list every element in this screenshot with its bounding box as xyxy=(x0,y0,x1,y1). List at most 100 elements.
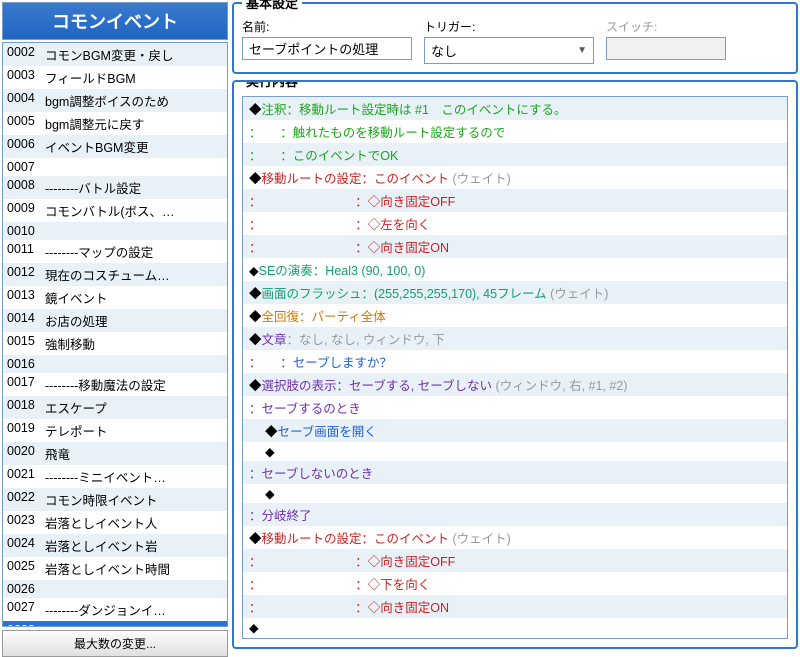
event-id: 0023 xyxy=(7,513,45,532)
event-label: 鏡イベント xyxy=(45,288,108,307)
event-id: 0011 xyxy=(7,242,45,261)
event-list-item[interactable]: 0025岩落としイベント時間 xyxy=(3,557,227,580)
event-label: 現在のコスチューム… xyxy=(45,265,170,284)
command-row[interactable]: ◆選択肢の表示：セーブする, セーブしない (ウィンドウ, 右, #1, #2) xyxy=(243,373,787,396)
change-max-button[interactable]: 最大数の変更... xyxy=(2,630,228,657)
event-list-item[interactable]: 0016 xyxy=(3,355,227,373)
event-id: 0013 xyxy=(7,288,45,307)
event-label: 岩落としイベント人 xyxy=(45,513,158,532)
chevron-down-icon: ▼ xyxy=(577,45,587,56)
event-list-item[interactable]: 0027--------ダンジョンイ… xyxy=(3,598,227,621)
command-segment: (ウェイト) xyxy=(453,532,511,546)
command-row[interactable]: ： ：◇向き固定OFF xyxy=(243,549,787,572)
event-label: --------ミニイベント… xyxy=(45,467,166,486)
command-row[interactable]: ◆注釈：移動ルート設定時は #1 このイベントにする。 xyxy=(243,97,787,120)
exec-box: 実行内容 ◆注釈：移動ルート設定時は #1 このイベントにする。： ：触れたもの… xyxy=(232,80,798,649)
event-label: コモンBGM変更・戻し xyxy=(45,45,173,64)
command-segment: ： ：◇向き固定OFF xyxy=(249,555,455,569)
sidebar-title: コモンイベント xyxy=(2,2,228,40)
event-list-item[interactable]: 0012現在のコスチューム… xyxy=(3,263,227,286)
event-label: コモンバトル(ボス、… xyxy=(45,201,175,220)
event-list-item[interactable]: 0028セーブポイントの処理 xyxy=(3,621,227,627)
command-segment: ：セーブするのとき xyxy=(249,402,361,416)
event-list-item[interactable]: 0009コモンバトル(ボス、… xyxy=(3,199,227,222)
command-row[interactable]: ： ：触れたものを移動ルート設定するので xyxy=(243,120,787,143)
event-label: 岩落としイベント時間 xyxy=(45,559,170,578)
command-segment: セーブしますか？ xyxy=(293,356,392,370)
event-list-item[interactable]: 0002コモンBGM変更・戻し xyxy=(3,43,227,66)
event-id: 0015 xyxy=(7,334,45,353)
event-list-item[interactable]: 0026 xyxy=(3,580,227,598)
event-list-item[interactable]: 0005bgm調整元に戻す xyxy=(3,112,227,135)
command-segment: ◆ xyxy=(249,172,262,186)
command-segment: ： ：このイベントでOK xyxy=(249,149,398,163)
trigger-select[interactable]: なし ▼ xyxy=(424,37,594,64)
command-row[interactable]: ： ：◇向き固定OFF xyxy=(243,189,787,212)
switch-label: スイッチ: xyxy=(606,18,726,35)
event-id: 0027 xyxy=(7,600,45,619)
command-row[interactable]: ◆移動ルートの設定：このイベント (ウェイト) xyxy=(243,166,787,189)
event-id: 0010 xyxy=(7,224,45,238)
command-row[interactable]: ◆画面のフラッシュ：(255,255,255,170), 45フレーム (ウェイ… xyxy=(243,281,787,304)
command-list[interactable]: ◆注釈：移動ルート設定時は #1 このイベントにする。： ：触れたものを移動ルー… xyxy=(242,96,788,639)
event-id: 0025 xyxy=(7,559,45,578)
event-list-item[interactable]: 0019テレポート xyxy=(3,419,227,442)
command-row[interactable]: ◆ xyxy=(243,618,787,637)
name-field: 名前: xyxy=(242,18,412,64)
event-list-item[interactable]: 0007 xyxy=(3,158,227,176)
event-id: 0008 xyxy=(7,178,45,197)
command-row[interactable]: ◆セーブ画面を開く xyxy=(243,419,787,442)
event-list-item[interactable]: 0014お店の処理 xyxy=(3,309,227,332)
event-list-item[interactable]: 0013鏡イベント xyxy=(3,286,227,309)
event-id: 0004 xyxy=(7,91,45,110)
event-list-item[interactable]: 0008--------バトル設定 xyxy=(3,176,227,199)
command-row[interactable]: ◆全回復：パーティ全体 xyxy=(243,304,787,327)
event-list-item[interactable]: 0020飛竜 xyxy=(3,442,227,465)
event-list-item[interactable]: 0017--------移動魔法の設定 xyxy=(3,373,227,396)
command-segment: (ウェイト) xyxy=(550,287,608,301)
event-list[interactable]: 0002コモンBGM変更・戻し0003フィールドBGM0004bgm調整ボイスの… xyxy=(2,42,228,627)
event-list-item[interactable]: 0010 xyxy=(3,222,227,240)
command-segment: ◆ xyxy=(249,621,259,635)
command-row[interactable]: ◆移動ルートの設定：このイベント (ウェイト) xyxy=(243,526,787,549)
event-id: 0026 xyxy=(7,582,45,596)
command-segment: (ウェイト) xyxy=(453,172,511,186)
event-id: 0007 xyxy=(7,160,45,174)
command-row[interactable]: ◆ xyxy=(243,484,787,503)
event-list-item[interactable]: 0006イベントBGM変更 xyxy=(3,135,227,158)
event-list-item[interactable]: 0015強制移動 xyxy=(3,332,227,355)
command-segment: ◆ xyxy=(265,425,278,439)
event-list-item[interactable]: 0022コモン時限イベント xyxy=(3,488,227,511)
event-label: --------ダンジョンイ… xyxy=(45,600,166,619)
event-list-item[interactable]: 0021--------ミニイベント… xyxy=(3,465,227,488)
event-list-item[interactable]: 0018エスケープ xyxy=(3,396,227,419)
command-segment: ： ：◇向き固定OFF xyxy=(249,195,455,209)
command-row[interactable]: ： ：このイベントでOK xyxy=(243,143,787,166)
command-row[interactable]: ◆文章：なし, なし, ウィンドウ, 下 xyxy=(243,327,787,350)
command-segment: ◆ xyxy=(249,103,262,117)
command-row[interactable]: ：分岐終了 xyxy=(243,503,787,526)
command-row[interactable]: ：セーブするのとき xyxy=(243,396,787,419)
command-row[interactable]: ：セーブしないのとき xyxy=(243,461,787,484)
trigger-value: なし xyxy=(431,41,457,60)
event-list-item[interactable]: 0023岩落としイベント人 xyxy=(3,511,227,534)
command-row[interactable]: ： ：セーブしますか？ xyxy=(243,350,787,373)
command-row[interactable]: ： ：◇下を向く xyxy=(243,572,787,595)
command-row[interactable]: ： ：◇向き固定ON xyxy=(243,235,787,258)
command-row[interactable]: ◆ xyxy=(243,442,787,461)
event-list-item[interactable]: 0024岩落としイベント岩 xyxy=(3,534,227,557)
command-row[interactable]: ◆SEの演奏：Heal3 (90, 100, 0) xyxy=(243,258,787,281)
command-row[interactable]: ： ：◇左を向く xyxy=(243,212,787,235)
command-segment: ◆ xyxy=(249,310,262,324)
event-list-item[interactable]: 0003フィールドBGM xyxy=(3,66,227,89)
event-list-item[interactable]: 0011--------マップの設定 xyxy=(3,240,227,263)
name-input[interactable] xyxy=(242,37,412,60)
command-segment: SEの演奏：Heal3 (90, 100, 0) xyxy=(259,264,426,278)
event-id: 0003 xyxy=(7,68,45,87)
event-id: 0019 xyxy=(7,421,45,440)
event-list-item[interactable]: 0004bgm調整ボイスのため xyxy=(3,89,227,112)
command-row[interactable]: ： ：◇向き固定ON xyxy=(243,595,787,618)
command-segment: セーブ画面を開く xyxy=(278,425,377,439)
command-segment: ：なし, なし, ウィンドウ, 下 xyxy=(287,333,445,347)
basic-settings-box: 基本設定 名前: トリガー: なし ▼ スイッチ: xyxy=(232,2,798,74)
